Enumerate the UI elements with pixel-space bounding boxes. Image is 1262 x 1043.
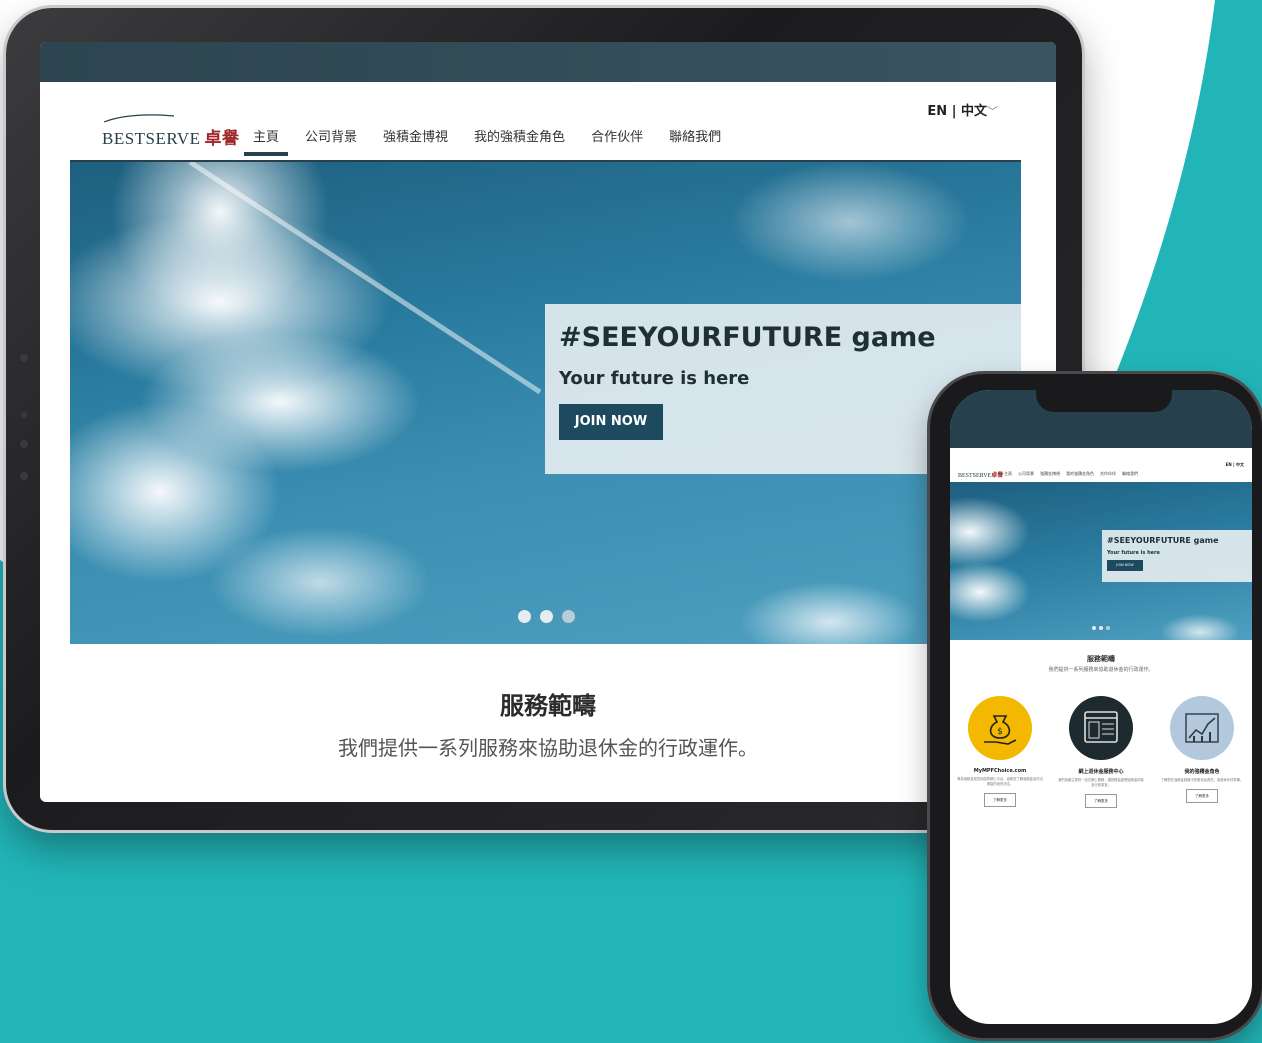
service-description: 我們為僱主提供一站式網上服務，讓您輕鬆處理強積金供款及行政事宜。 [1058,778,1144,787]
nav-item-partners[interactable]: 合作伙伴 [578,126,656,156]
phone-main-nav: 主頁 公司背景 強積金博視 我的強積金角色 合作伙伴 聯絡我們 [1004,471,1138,477]
phone-nav-item-my-mpf-role[interactable]: 我的強積金角色 [1066,471,1094,477]
browser-window-icon [1069,696,1133,760]
phone-nav-item-about[interactable]: 公司背景 [1018,471,1034,477]
tablet-sensor [21,412,27,418]
phone-language-switcher[interactable]: EN | 中文 [1226,462,1244,468]
growth-chart-icon [1170,696,1234,760]
language-switcher[interactable]: EN | 中文﹀ [927,100,998,119]
service-description: 專為強積金成員而設的網上平台，協助您了解強積金及作出明智的投資決定。 [957,777,1043,786]
phone-logo-text-en: BESTSERVE [958,473,992,479]
phone-carousel-indicators [1092,626,1110,630]
services-subtitle: 我們提供一系列服務來協助退休金的行政運作。 [338,736,758,760]
hero-title: #SEEYOURFUTURE game [559,322,936,353]
tablet-device: BESTSERVE 卓譽 主頁 公司背景 強積金博視 我的強積金角色 合作伙伴 聯… [6,8,1082,830]
phone-hero-banner: #SEEYOURFUTURE game Your future is here … [950,482,1252,640]
service-name: MyMPFChoice.com [973,768,1027,774]
chevron-down-icon[interactable]: ﹀ [987,105,998,118]
phone-carousel-dot-3[interactable] [1106,626,1110,630]
nav-item-contact[interactable]: 聯絡我們 [656,126,734,156]
hero-banner: #SEEYOURFUTURE game Your future is here … [70,162,1021,644]
service-card-my-mpf-role: 我的強積金角色 了解您在強積金制度中的角色及責任，為退休作好準備。 了解更多 [1156,696,1248,803]
carousel-dot-1[interactable] [518,610,531,623]
phone-services-title: 服務範疇 [1087,655,1115,663]
phone-join-now-button[interactable]: JOIN NOW [1107,560,1143,571]
nav-item-my-mpf-role[interactable]: 我的強積金角色 [461,126,578,156]
phone-nav-item-mpf-view[interactable]: 強積金博視 [1040,471,1060,477]
logo-text-en: BESTSERVE [102,129,201,148]
lang-en[interactable]: EN [927,104,947,119]
phone-nav-item-partners[interactable]: 合作伙伴 [1100,471,1116,477]
tablet-sensor [20,472,28,480]
phone-carousel-dot-2[interactable] [1099,626,1103,630]
phone-nav-item-contact[interactable]: 聯絡我們 [1122,471,1138,477]
phone-hero-promo-card: #SEEYOURFUTURE game Your future is here … [1102,530,1252,582]
phone-carousel-dot-1[interactable] [1092,626,1096,630]
service-card-mympfchoice: $ MyMPFChoice.com 專為強積金成員而設的網上平台，協助您了解強積… [954,696,1046,807]
service-name: 我的強積金角色 [1184,769,1220,775]
carousel-dot-3[interactable] [562,610,575,623]
phone-device: BESTSERVE卓譽 主頁 公司背景 強積金博視 我的強積金角色 合作伙伴 聯… [930,374,1262,1038]
service-description: 了解您在強積金制度中的角色及責任，為退休作好準備。 [1160,778,1244,782]
phone-site-logo[interactable]: BESTSERVE卓譽 [958,470,1003,479]
nav-item-mpf-view[interactable]: 強積金博視 [370,126,461,156]
main-nav: 主頁 公司背景 強積金博視 我的強積金角色 合作伙伴 聯絡我們 [240,126,734,156]
logo-text-zh: 卓譽 [204,129,240,148]
learn-more-button[interactable]: 了解更多 [1186,789,1218,803]
nav-item-home[interactable]: 主頁 [240,126,292,156]
phone-notch [1036,390,1172,412]
tablet-sensor [20,440,28,448]
service-name: 網上退休金服務中心 [1078,769,1124,775]
lang-separator: | [951,104,957,119]
services-title: 服務範疇 [500,692,596,720]
phone-services-subtitle: 我們提供一系列服務來協助退休金的行政運作。 [1048,667,1154,673]
phone-logo-text-zh: 卓譽 [991,473,1004,479]
carousel-dot-2[interactable] [540,610,553,623]
logo-swoosh-icon [104,114,174,123]
tablet-sensor [20,354,28,362]
svg-text:$: $ [997,727,1003,737]
phone-nav-item-home[interactable]: 主頁 [1004,471,1012,477]
phone-hero-subtitle: Your future is here [1107,550,1160,556]
phone-hero-title: #SEEYOURFUTURE game [1107,536,1219,545]
service-card-online-centre: 網上退休金服務中心 我們為僱主提供一站式網上服務，讓您輕鬆處理強積金供款及行政事… [1055,696,1147,808]
lang-zh[interactable]: 中文 [961,104,987,119]
tablet-screen: BESTSERVE 卓譽 主頁 公司背景 強積金博視 我的強積金角色 合作伙伴 聯… [40,42,1056,802]
nav-item-about[interactable]: 公司背景 [292,126,370,156]
learn-more-button[interactable]: 了解更多 [984,793,1016,807]
site-top-bar [40,42,1056,82]
money-bag-hand-icon: $ [968,696,1032,760]
phone-screen: BESTSERVE卓譽 主頁 公司背景 強積金博視 我的強積金角色 合作伙伴 聯… [950,390,1252,1024]
join-now-button[interactable]: JOIN NOW [559,404,663,440]
learn-more-button[interactable]: 了解更多 [1085,794,1117,808]
site-logo[interactable]: BESTSERVE 卓譽 [102,114,240,149]
carousel-indicators [518,610,575,623]
hero-subtitle: Your future is here [559,368,750,389]
